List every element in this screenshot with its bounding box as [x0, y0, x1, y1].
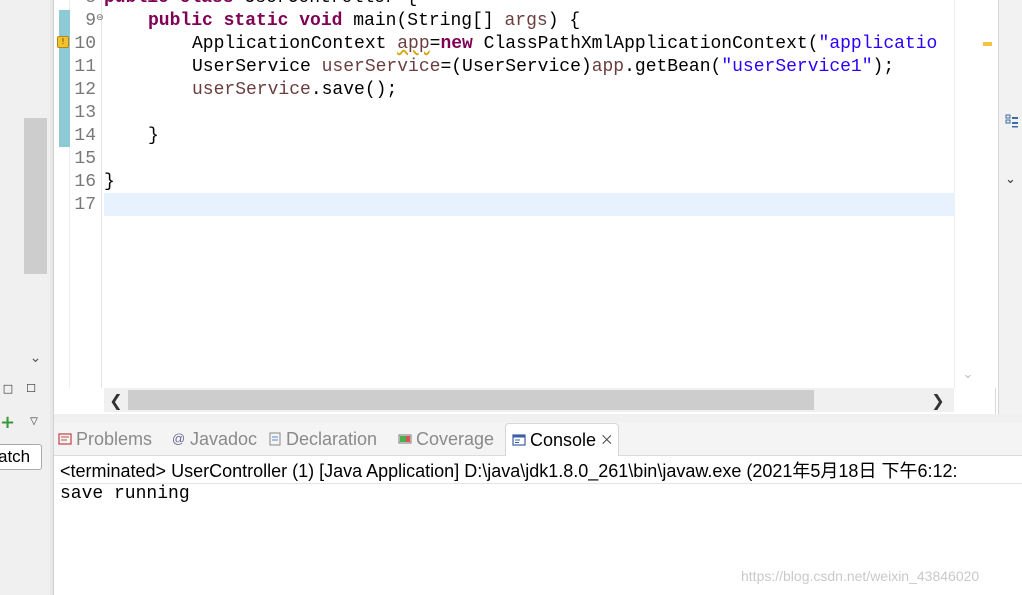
scroll-down-icon[interactable]: ⌄ [955, 364, 981, 384]
console-icon [512, 434, 526, 446]
scroll-right-icon[interactable]: ❯ [926, 388, 950, 412]
line-number: 10 [74, 34, 96, 54]
code-line-14: } [148, 126, 159, 146]
diff-marker [59, 10, 70, 33]
code-line-8: public class UserController { [104, 0, 417, 10]
warning-underline: app [397, 34, 430, 54]
close-icon[interactable]: ⨉ [602, 433, 612, 448]
tab-label: Coverage [416, 428, 495, 449]
add-icon[interactable]: + [0, 414, 15, 432]
diff-marker [59, 56, 70, 79]
minimize-icon[interactable]: □ [0, 380, 16, 396]
line-number: 14 [74, 126, 96, 146]
chevron-down-icon[interactable]: ⌄ [1005, 172, 1016, 187]
javadoc-icon: @ [172, 431, 186, 446]
coverage-icon [398, 434, 412, 444]
diff-marker [59, 79, 70, 102]
left-side-panel: ⌄ □ ☐ + ▽ atch [0, 0, 52, 595]
view-menu-icon[interactable]: ▽ [26, 414, 42, 428]
tab-label: Console [530, 429, 597, 450]
tab-label: Declaration [286, 428, 378, 449]
code-line-16: } [104, 172, 115, 192]
bottom-view-tab-bar: Problems @ Javadoc Declaration Coverage … [54, 422, 1022, 456]
warning-icon[interactable]: ! [57, 36, 69, 48]
fold-collapse-icon[interactable]: ⊖ [96, 13, 104, 23]
tab-problems[interactable]: Problems [58, 422, 152, 456]
code-line-11: UserService userService=(UserService)app… [192, 57, 895, 77]
warning-overview-marker[interactable] [983, 42, 992, 46]
tab-declaration[interactable]: Declaration [268, 422, 377, 456]
diff-marker [59, 102, 70, 125]
line-number: 9 [85, 11, 96, 31]
outline-icon[interactable] [1005, 114, 1019, 128]
code-line-9: public static void main(String[] args) { [148, 11, 581, 31]
scroll-left-icon[interactable]: ❮ [104, 388, 128, 412]
line-number: 11 [74, 57, 96, 77]
line-number: 13 [74, 103, 96, 123]
tab-console[interactable]: Console ⨉ [505, 423, 619, 456]
left-panel-field-text: atch [0, 447, 31, 466]
left-panel-scroll-thumb[interactable] [24, 118, 47, 274]
console-output[interactable]: save running [60, 482, 190, 506]
editor-vertical-scrollbar[interactable]: ⌄ [954, 0, 980, 388]
right-trim-stack: ⌄ [998, 0, 1022, 414]
current-line-highlight [104, 193, 954, 216]
line-number-gutter: 8 9 ⊖ 10 11 12 13 14 15 16 17 [70, 0, 104, 388]
line-number: 15 [74, 149, 96, 169]
code-line-12: userService.save(); [192, 80, 398, 100]
watermark-text: https://blog.csdn.net/weixin_43846020 [741, 568, 980, 584]
left-panel-search-field[interactable]: atch [0, 444, 42, 470]
code-line-10: ApplicationContext app=new ClassPathXmlA… [192, 34, 938, 54]
problems-icon [58, 433, 72, 445]
console-process-description: <terminated> UserController (1) [Java Ap… [60, 458, 1022, 484]
code-editor: ! 8 9 ⊖ 10 11 12 13 14 15 16 17 public c… [56, 0, 996, 414]
maximize-icon[interactable]: ☐ [23, 380, 39, 396]
diff-marker [59, 125, 70, 147]
tab-coverage[interactable]: Coverage [398, 422, 494, 456]
line-number: 16 [74, 172, 96, 192]
overview-ruler[interactable] [980, 0, 996, 388]
horizontal-scroll-thumb[interactable] [128, 390, 814, 410]
panel-separator [54, 414, 1022, 422]
scroll-down-icon[interactable]: ⌄ [24, 346, 47, 370]
code-text-area[interactable]: public class UserController { public sta… [104, 0, 954, 388]
editor-horizontal-scrollbar[interactable]: ❮ ❯ [104, 388, 954, 412]
line-number: 8 [70, 0, 96, 10]
declaration-icon [269, 432, 281, 446]
tab-label: Problems [76, 428, 153, 449]
tab-label: Javadoc [190, 428, 258, 449]
quick-diff-ruler: ! [56, 0, 70, 388]
line-number: 17 [74, 195, 96, 215]
tab-javadoc[interactable]: @ Javadoc [172, 422, 257, 456]
line-number: 12 [74, 80, 96, 100]
